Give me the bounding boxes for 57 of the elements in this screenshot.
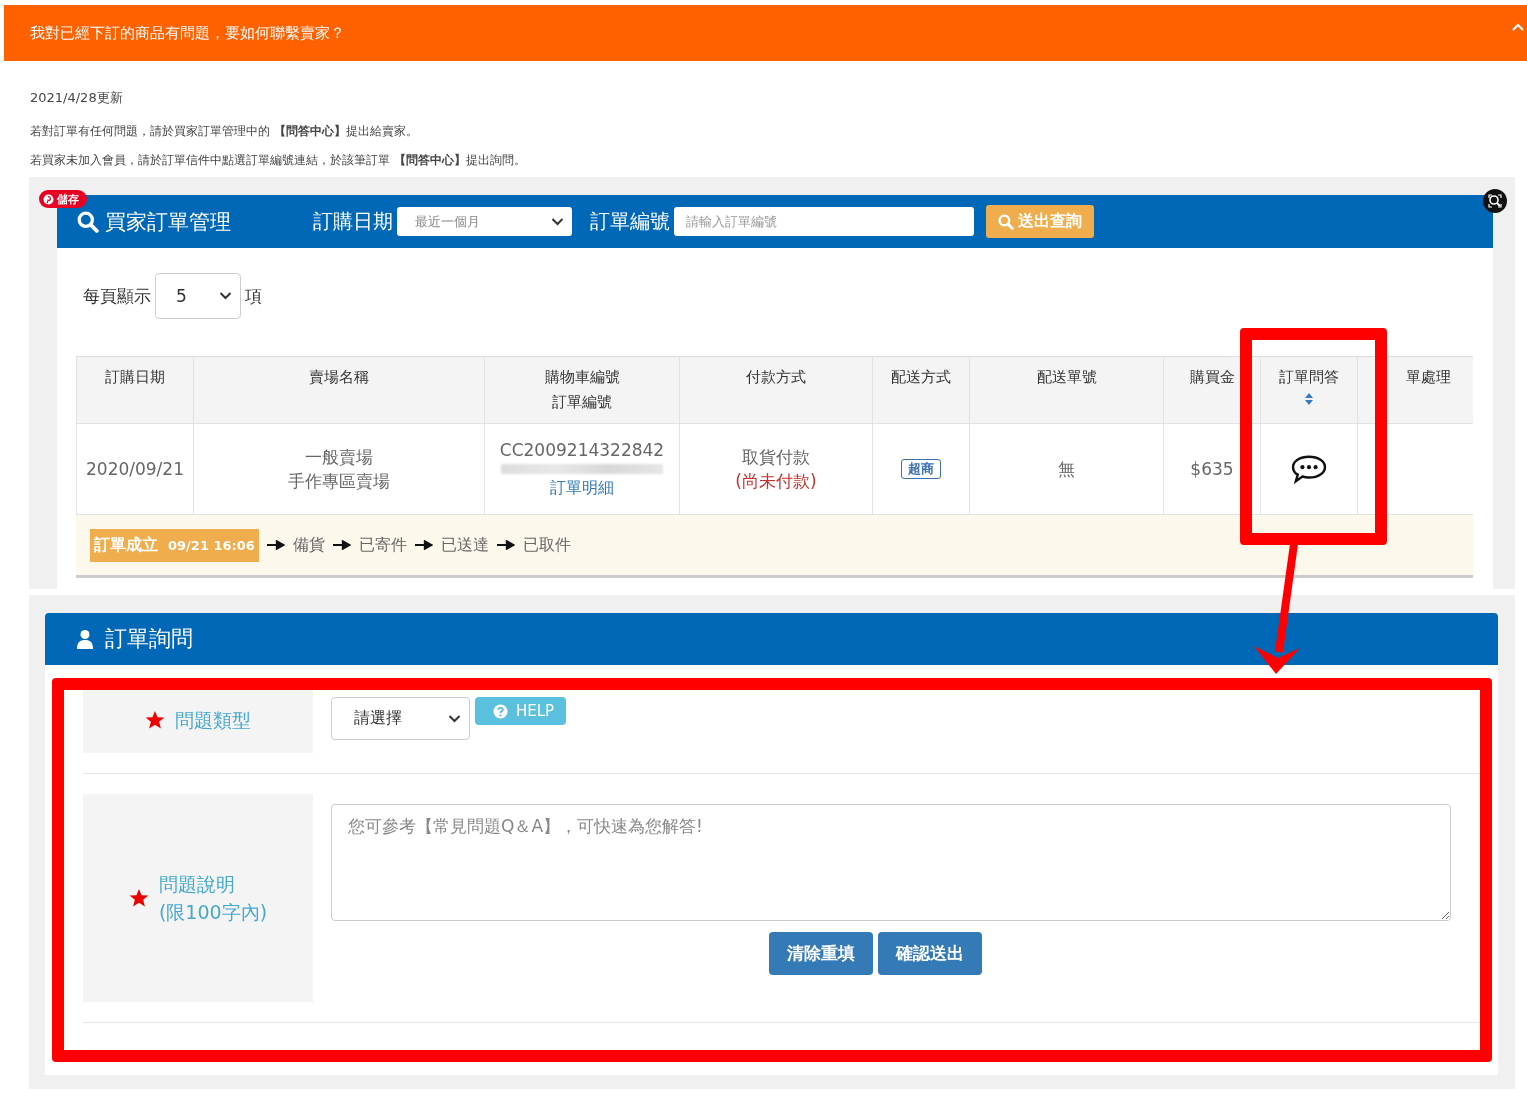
pin-icon bbox=[43, 193, 54, 205]
save-badge[interactable]: 儲存 bbox=[39, 190, 87, 208]
arrow-right-icon bbox=[266, 540, 285, 550]
shipping-tag: 超商 bbox=[901, 459, 941, 479]
search-icon bbox=[77, 210, 99, 233]
progress-step: 已取件 bbox=[522, 534, 571, 556]
question-type-select[interactable]: 請選擇 bbox=[331, 697, 470, 740]
form-button[interactable]: 清除重填 bbox=[769, 932, 873, 975]
order-detail-link[interactable]: 訂單明細 bbox=[550, 476, 614, 500]
article-header[interactable]: 我對已經下訂的商品有問題，要如何聯繫賣家？ bbox=[4, 5, 1527, 61]
chevron-down-icon bbox=[448, 714, 461, 723]
column-header: 配送單號 bbox=[969, 357, 1163, 423]
article-title: 我對已經下訂的商品有問題，要如何聯繫賣家？ bbox=[30, 23, 345, 43]
arrow-right-icon bbox=[414, 540, 433, 550]
page-size-label: 每頁顯示 bbox=[83, 284, 151, 308]
date-range-select[interactable]: 最近一個月 bbox=[397, 207, 572, 236]
column-header: 訂單問答 bbox=[1260, 357, 1357, 423]
toolbar-title: 買家訂單管理 bbox=[105, 208, 232, 236]
column-header: 訂購日期 bbox=[76, 357, 193, 423]
progress-step: 已送達 bbox=[440, 534, 489, 556]
field-label: 問題類型 bbox=[175, 708, 251, 733]
zoom-lens-icon[interactable] bbox=[1483, 189, 1507, 213]
page-size-select[interactable]: 5 bbox=[155, 273, 241, 319]
search-icon bbox=[998, 213, 1014, 230]
help-icon bbox=[493, 703, 508, 719]
column-header: 購物車編號 訂單編號 bbox=[484, 357, 679, 423]
update-date: 2021/4/28更新 bbox=[30, 89, 124, 107]
arrow-right-icon bbox=[332, 540, 351, 550]
question-textarea[interactable]: 您可參考【常見問題Q＆A】，可快速為您解答! bbox=[331, 804, 1451, 921]
payment-method: 取貨付款 bbox=[742, 446, 810, 469]
chevron-down-icon bbox=[551, 217, 564, 226]
person-icon bbox=[77, 629, 93, 649]
field-label: 訂單編號 bbox=[590, 208, 670, 235]
store-name: 手作專區賣場 bbox=[288, 470, 390, 493]
chevron-down-icon bbox=[219, 292, 232, 300]
cart-number: CC2009214322842 bbox=[499, 439, 665, 462]
chat-bubble-icon[interactable] bbox=[1290, 454, 1328, 484]
column-header: 賣場名稱 bbox=[193, 357, 484, 423]
paragraph: 若買家未加入會員，請於訂單信件中點選訂單編號連結，於該筆訂單 【問答中心】提出詢問。 bbox=[30, 152, 527, 169]
sort-icon[interactable] bbox=[1304, 392, 1314, 406]
form-button[interactable]: 確認送出 bbox=[878, 932, 982, 975]
column-header: 配送方式 bbox=[872, 357, 969, 423]
column-header: 付款方式 bbox=[679, 357, 872, 423]
payment-status: (尚未付款) bbox=[735, 470, 817, 493]
store-name: 一般賣場 bbox=[305, 446, 373, 469]
progress-step: 備貨 bbox=[292, 534, 325, 556]
page-size-unit: 項 bbox=[245, 284, 262, 308]
column-header: 單處理 bbox=[1357, 357, 1473, 423]
paragraph: 若對訂單有任何問題，請於買家訂單管理中的 【問答中心】提出給賣家。 bbox=[30, 123, 419, 140]
panel-title: 訂單詢問 bbox=[105, 625, 193, 653]
field-label: 問題說明 (限100字內) bbox=[158, 872, 268, 925]
progress-step: 已寄件 bbox=[358, 534, 407, 556]
column-header: 購買金 bbox=[1163, 357, 1260, 423]
progress-step: 訂單成立 09/21 16:06 bbox=[90, 528, 259, 562]
field-label: 訂購日期 bbox=[313, 208, 393, 235]
arrow-right-icon bbox=[496, 540, 515, 550]
order-number-input[interactable]: 請輸入訂單編號 bbox=[674, 207, 974, 236]
